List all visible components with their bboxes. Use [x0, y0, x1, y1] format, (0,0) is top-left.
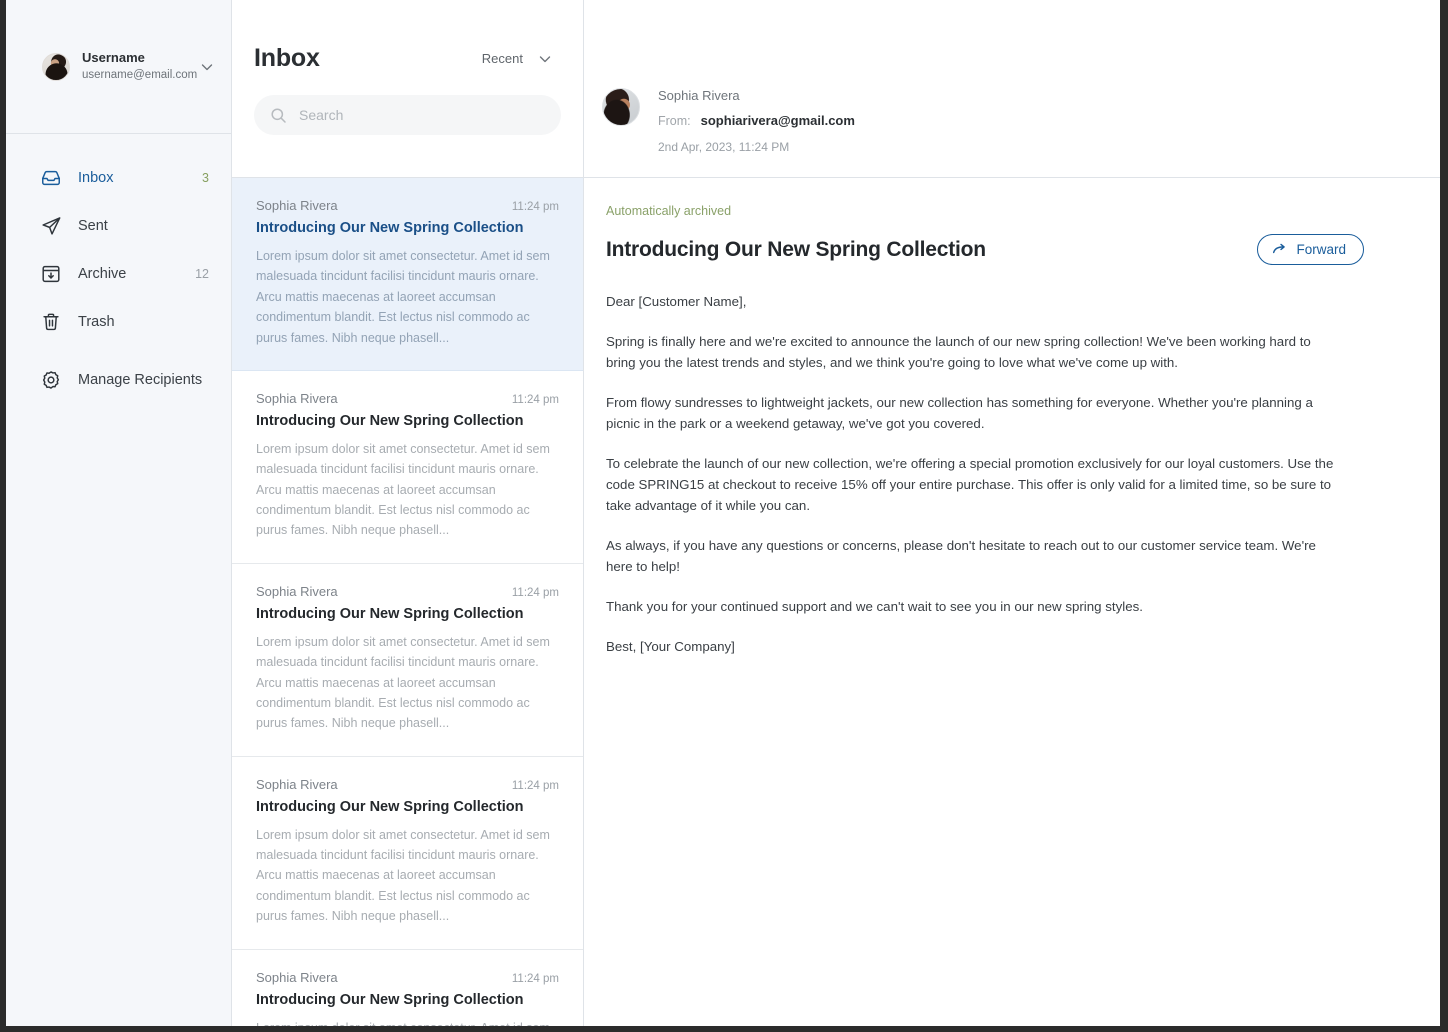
sidebar-item-sent[interactable]: Sent	[6, 202, 231, 250]
sender-name: Sophia Rivera	[658, 88, 740, 103]
email-client-window: Username username@email.com Inbox 3 Sent…	[6, 0, 1440, 1026]
page-title: Inbox	[254, 44, 320, 72]
mail-list-item[interactable]: Sophia Rivera 11:24 pm Introducing Our N…	[232, 950, 583, 1027]
mail-item-sender: Sophia Rivera	[256, 969, 338, 985]
sidebar-item-label: Sent	[78, 218, 108, 234]
mail-item-sender: Sophia Rivera	[256, 776, 338, 792]
account-switcher[interactable]: Username username@email.com	[6, 0, 231, 134]
sidebar-item-trash[interactable]: Trash	[6, 298, 231, 346]
search-bar[interactable]	[254, 95, 561, 135]
sort-dropdown-label: Recent	[481, 51, 523, 66]
mail-item-preview: Lorem ipsum dolor sit amet consectetur. …	[256, 634, 550, 731]
sidebar-nav: Inbox 3 Sent Archive 12 Trash Manage Rec…	[6, 134, 231, 404]
mail-item-subject: Introducing Our New Spring Collection	[256, 991, 524, 1008]
mail-paragraph: Spring is finally here and we're excited…	[606, 334, 1311, 370]
mail-paragraph: To celebrate the launch of our new colle…	[606, 456, 1334, 513]
mail-item-sender: Sophia Rivera	[256, 390, 338, 406]
inbox-count-badge: 3	[202, 171, 209, 185]
mail-item-time: 11:24 pm	[511, 586, 559, 599]
mail-list-item[interactable]: Sophia Rivera 11:24 pm Introducing Our N…	[232, 757, 583, 950]
sender-avatar	[602, 88, 640, 126]
forward-arrow-icon	[1272, 242, 1287, 257]
sidebar-item-label: Manage Recipients	[78, 372, 203, 388]
mail-item-subject: Introducing Our New Spring Collection	[256, 220, 524, 236]
sidebar-item-archive[interactable]: Archive 12	[6, 250, 231, 298]
forward-button[interactable]: Forward	[1257, 234, 1364, 265]
mail-item-time: 11:24 pm	[511, 393, 559, 406]
mail-item-preview: Lorem ipsum dolor sit amet consectetur. …	[256, 827, 550, 924]
sender-email: sophiarivera@gmail.com	[700, 113, 855, 129]
sort-dropdown[interactable]: Recent	[482, 51, 561, 67]
forward-button-label: Forward	[1296, 242, 1346, 257]
mail-item-preview: Lorem ipsum dolor sit amet consectetur. …	[256, 249, 550, 345]
mail-item-subject: Introducing Our New Spring Collection	[256, 605, 524, 622]
mail-timestamp: 2nd Apr, 2023, 11:24 PM	[658, 140, 790, 155]
mail-list-item[interactable]: Sophia Rivera 11:24 pm Introducing Our N…	[232, 178, 583, 371]
mail-item-time: 11:24 pm	[511, 779, 559, 792]
inbox-icon	[40, 167, 62, 189]
mail-subject: Introducing Our New Spring Collection	[606, 237, 986, 261]
status-badge: Automatically archived	[606, 204, 732, 218]
mail-list-header: Inbox Recent	[232, 0, 583, 178]
sidebar-item-manage-recipients[interactable]: Manage Recipients	[6, 356, 231, 404]
search-input[interactable]	[299, 107, 545, 123]
archive-box-icon	[40, 263, 62, 285]
user-avatar	[42, 52, 70, 81]
paper-plane-icon	[40, 215, 62, 237]
mail-paragraph: Thank you for your continued support and…	[606, 599, 1143, 614]
sidebar-item-label: Archive	[78, 266, 127, 282]
mail-list-item[interactable]: Sophia Rivera 11:24 pm Introducing Our N…	[232, 564, 583, 757]
mail-detail-header: Sophia Rivera From: sophiarivera@gmail.c…	[584, 0, 1440, 178]
mail-item-sender: Sophia Rivera	[256, 198, 338, 213]
mail-item-subject: Introducing Our New Spring Collection	[256, 412, 524, 429]
mail-item-subject: Introducing Our New Spring Collection	[256, 798, 524, 815]
mail-item-time: 11:24 pm	[511, 201, 559, 213]
mail-paragraph: From flowy sundresses to lightweight jac…	[606, 395, 1313, 431]
trash-icon	[40, 311, 62, 333]
mail-detail-pane: Sophia Rivera From: sophiarivera@gmail.c…	[584, 0, 1440, 1026]
sidebar-item-label: Inbox	[78, 170, 114, 186]
archive-count-badge: 12	[195, 267, 209, 281]
mail-list-item[interactable]: Sophia Rivera 11:24 pm Introducing Our N…	[232, 371, 583, 564]
mail-item-preview: Lorem ipsum dolor sit amet consectetur. …	[256, 441, 550, 538]
mail-item-sender: Sophia Rivera	[256, 583, 338, 599]
mail-paragraph: Dear [Customer Name],	[606, 294, 747, 309]
sidebar-item-inbox[interactable]: Inbox 3	[6, 154, 231, 202]
sidebar-item-label: Trash	[78, 314, 115, 330]
chevron-down-icon	[537, 51, 553, 67]
mail-body-text: Dear [Customer Name], Spring is finally …	[606, 291, 1341, 657]
gear-icon	[40, 369, 62, 391]
mail-item-preview: Lorem ipsum dolor sit amet consectetur. …	[256, 1018, 559, 1027]
chevron-down-icon[interactable]	[199, 59, 215, 75]
mail-detail-body: Automatically archived Introducing Our N…	[584, 178, 1440, 1026]
sidebar: Username username@email.com Inbox 3 Sent…	[6, 0, 232, 1026]
mail-paragraph: Best, [Your Company]	[606, 639, 735, 654]
account-email: username@email.com	[82, 69, 198, 82]
account-name: Username	[82, 50, 145, 66]
search-icon	[270, 107, 287, 124]
mail-list-pane: Inbox Recent Sophia Rivera 11	[232, 0, 584, 1026]
mail-list-scroll[interactable]: Sophia Rivera 11:24 pm Introducing Our N…	[232, 178, 583, 1026]
mail-paragraph: As always, if you have any questions or …	[606, 538, 1316, 574]
mail-item-time: 11:24 pm	[511, 972, 559, 985]
from-label: From:	[658, 114, 691, 129]
